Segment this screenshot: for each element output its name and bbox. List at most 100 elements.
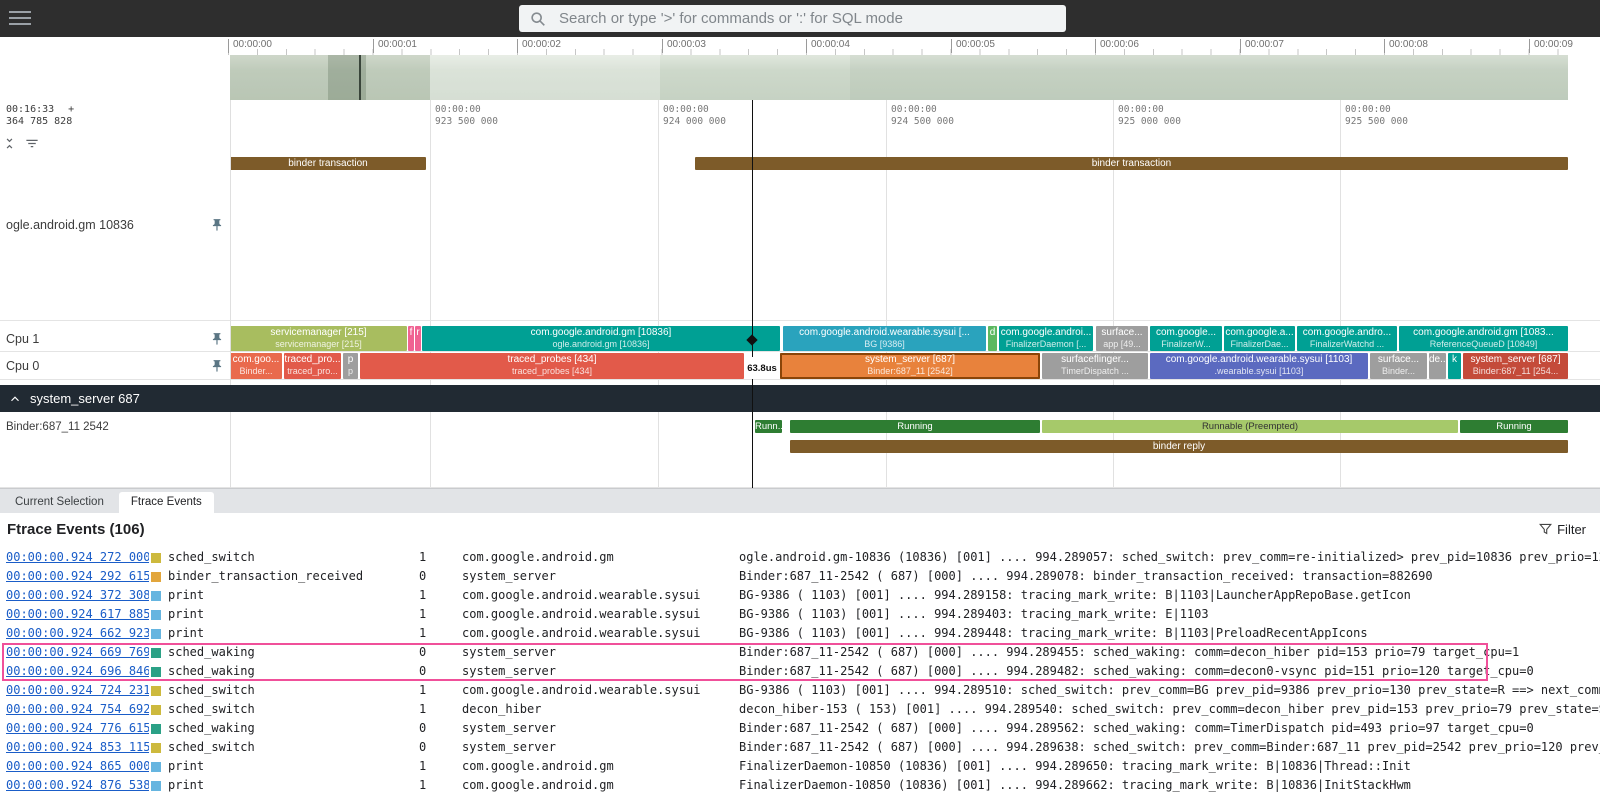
cpu-slice[interactable]: com.google.a... FinalizerDae... [1224, 326, 1295, 351]
cpu-slice[interactable]: k [1448, 353, 1461, 379]
event-name: sched_switch [168, 681, 255, 700]
table-row[interactable]: 00:00:00.924 292 615 binder_transaction_… [0, 567, 1600, 586]
cpu-slice[interactable]: com.goo... Binder... [230, 353, 282, 379]
cpu-slice[interactable]: com.google.android.wearable.sysui [1103]… [1150, 353, 1368, 379]
table-row[interactable]: 00:00:00.924 876 538 print 1 com.google.… [0, 776, 1600, 795]
cpu-slice[interactable]: p p [343, 353, 358, 379]
table-row[interactable]: 00:00:00.924 617 885 print 1 com.google.… [0, 605, 1600, 624]
event-name-cell: sched_switch [149, 681, 419, 700]
cpu-cell: 1 [419, 681, 462, 700]
ruler-mark: 00:00:00 925 000 000 [1113, 104, 1181, 128]
collapse-tracks-icon[interactable] [2, 136, 17, 151]
table-row[interactable]: 00:00:00.924 662 923 print 1 com.google.… [0, 624, 1600, 643]
minimap-cursor [359, 55, 361, 100]
track-filter-icon[interactable] [24, 136, 40, 151]
table-row[interactable]: 00:00:00.924 776 615 sched_waking 0 syst… [0, 719, 1600, 738]
cpu-slice[interactable]: system_server [687] Binder:687_11 [2542] [780, 353, 1040, 379]
cpu-slice[interactable]: traced_pro... traced_pro... [284, 353, 341, 379]
table-row[interactable]: 00:00:00.924 754 692 sched_switch 1 deco… [0, 700, 1600, 719]
cpu-cell: 0 [419, 662, 462, 681]
timestamp-link[interactable]: 00:00:00.924 669 769 [0, 643, 149, 662]
pin-icon[interactable] [210, 218, 224, 232]
cpu-slice[interactable]: f [408, 326, 414, 351]
process-cell: com.google.android.wearable.sysui [462, 586, 739, 605]
table-row[interactable]: 00:00:00.924 372 308 print 1 com.google.… [0, 586, 1600, 605]
binder-reply-track: binder reply [0, 440, 1600, 454]
track-label-gm-process[interactable]: ogle.android.gm 10836 [0, 215, 230, 235]
timestamp-link[interactable]: 00:00:00.924 865 000 [0, 757, 149, 776]
process-group-header[interactable]: system_server 687 [0, 385, 1600, 412]
cpu-slice[interactable]: com.google.andro... FinalizerWatchd ... [1297, 326, 1397, 351]
timestamp-link[interactable]: 00:00:00.924 853 115 [0, 738, 149, 757]
overview-ruler[interactable]: 00:00:00 00:00:01 00:00:02 00:00:03 00:0… [0, 37, 1600, 55]
async-slice[interactable]: binder transaction [695, 157, 1568, 170]
cpu-slice[interactable]: surface... Binder... [1370, 353, 1427, 379]
search-input[interactable] [557, 9, 1056, 28]
timeline-minimap[interactable] [230, 55, 1568, 100]
cpu-slice[interactable]: servicemanager [215] servicemanager [215… [230, 326, 407, 351]
cpu-slice[interactable]: system_server [687] Binder:687_11 [254..… [1463, 353, 1568, 379]
timestamp-link[interactable]: 00:00:00.924 617 885 [0, 605, 149, 624]
process-cell: com.google.android.wearable.sysui [462, 605, 739, 624]
cpu-slice[interactable]: surfaceflinger... TimerDispatch ... [1042, 353, 1148, 379]
timestamp-link[interactable]: 00:00:00.924 272 000 [0, 548, 149, 567]
timestamp-link[interactable]: 00:00:00.924 724 231 [0, 681, 149, 700]
ruler-mark: 00:00:00 924 000 000 [658, 104, 726, 128]
menu-icon[interactable] [9, 11, 31, 27]
tab[interactable]: Ftrace Events [119, 492, 214, 513]
cpu-slice[interactable]: com.google.androi... FinalizerDaemon [..… [999, 326, 1093, 351]
binder-transaction-track: binder transaction binder transaction [0, 157, 1600, 171]
table-row[interactable]: 00:00:00.924 865 000 print 1 com.google.… [0, 757, 1600, 776]
timestamp-link[interactable]: 00:00:00.924 876 538 [0, 776, 149, 795]
event-name-cell: print [149, 605, 419, 624]
event-name: print [168, 757, 204, 776]
detail-ruler[interactable]: 00:16:33+ 364 785 828 00:00:00 923 500 0… [0, 100, 1600, 157]
track-divider [0, 379, 1600, 380]
search-icon [529, 10, 547, 28]
args-cell: Binder:687_11-2542 ( 687) [000] .... 994… [739, 719, 1600, 738]
cpu-slice[interactable]: com.google.android.wearable.sysui [... B… [783, 326, 986, 351]
args-cell: FinalizerDaemon-10850 (10836) [001] ....… [739, 757, 1600, 776]
process-cell: system_server [462, 738, 739, 757]
panel-title: Ftrace Events (106) [7, 521, 145, 538]
process-cell: decon_hiber [462, 700, 739, 719]
thread-state-slice[interactable]: Runn... [755, 420, 782, 433]
async-slice[interactable]: binder transaction [230, 157, 426, 170]
event-type-chip [151, 743, 161, 753]
filter-button[interactable]: Filter [1539, 522, 1586, 537]
search-bar[interactable] [519, 5, 1066, 32]
group-name: system_server 687 [30, 391, 140, 406]
args-cell: BG-9386 ( 1103) [001] .... 994.289158: t… [739, 586, 1600, 605]
cpu-slice[interactable]: d [988, 326, 997, 351]
table-row[interactable]: 00:00:00.924 696 846 sched_waking 0 syst… [0, 662, 1600, 681]
event-type-chip [151, 553, 161, 563]
binder-reply-slice[interactable]: binder reply [790, 440, 1568, 453]
event-name: sched_waking [168, 643, 255, 662]
cpu-slice[interactable]: com.google.android.gm [10836] ogle.andro… [422, 326, 780, 351]
timestamp-link[interactable]: 00:00:00.924 754 692 [0, 700, 149, 719]
cpu-slice[interactable]: de... [1429, 353, 1446, 379]
thread-state-slice[interactable]: Running [1460, 420, 1568, 433]
event-name-cell: print [149, 624, 419, 643]
table-row[interactable]: 00:00:00.924 669 769 sched_waking 0 syst… [0, 643, 1600, 662]
timestamp-link[interactable]: 00:00:00.924 372 308 [0, 586, 149, 605]
timeline-cursor[interactable] [752, 100, 753, 488]
cpu-slice[interactable]: com.google.android.gm [1083... Reference… [1399, 326, 1568, 351]
timestamp-link[interactable]: 00:00:00.924 776 615 [0, 719, 149, 738]
tab[interactable]: Current Selection [3, 492, 116, 513]
thread-state-slice[interactable]: Running [790, 420, 1040, 433]
cpu-slice[interactable]: com.google... FinalizerW... [1150, 326, 1222, 351]
table-row[interactable]: 00:00:00.924 724 231 sched_switch 1 com.… [0, 681, 1600, 700]
table-row[interactable]: 00:00:00.924 272 000 sched_switch 1 com.… [0, 548, 1600, 567]
process-cell: com.google.android.wearable.sysui [462, 681, 739, 700]
timestamp-link[interactable]: 00:00:00.924 292 615 [0, 567, 149, 586]
track-divider [0, 320, 1600, 321]
timestamp-link[interactable]: 00:00:00.924 696 846 [0, 662, 149, 681]
table-row[interactable]: 00:00:00.924 853 115 sched_switch 0 syst… [0, 738, 1600, 757]
cpu-slice[interactable]: traced_probes [434] traced_probes [434] [360, 353, 744, 379]
cpu-slice[interactable]: surface... app [49... [1096, 326, 1148, 351]
timestamp-link[interactable]: 00:00:00.924 662 923 [0, 624, 149, 643]
ftrace-panel-header: Ftrace Events (106) Filter [0, 513, 1600, 548]
cpu-slice[interactable]: r [415, 326, 421, 351]
thread-state-slice[interactable]: Runnable (Preempted) [1042, 420, 1458, 433]
